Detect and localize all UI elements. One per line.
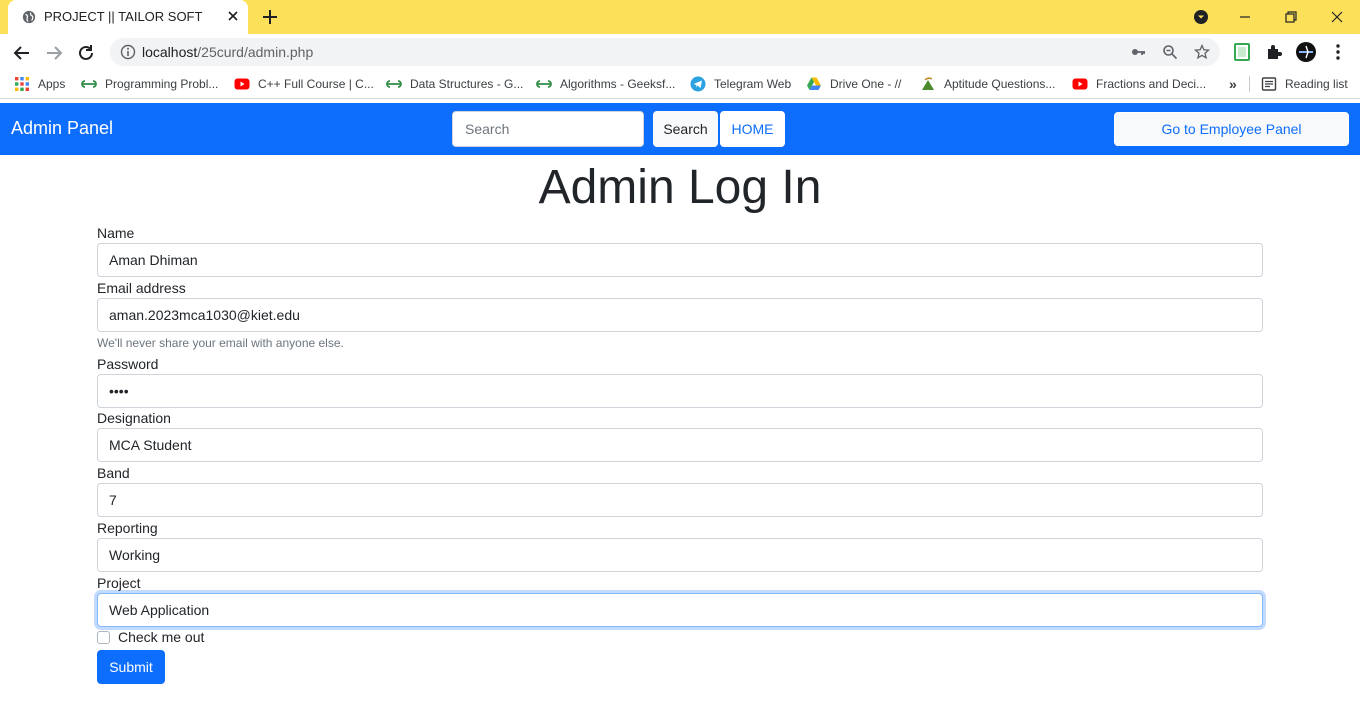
home-button[interactable]: HOME <box>720 111 785 147</box>
back-arrow-icon[interactable] <box>11 42 33 64</box>
reporting-field[interactable] <box>97 538 1263 572</box>
close-window-icon[interactable] <box>1326 6 1348 28</box>
bookmark-label: Algorithms - Geeksf... <box>560 77 676 91</box>
bookmark-label: C++ Full Course | C... <box>258 77 374 91</box>
key-icon[interactable] <box>1130 44 1146 60</box>
star-icon[interactable] <box>1194 44 1210 60</box>
bookmark-label: Apps <box>38 77 66 91</box>
bookmark-item[interactable]: Telegram Web <box>690 76 791 92</box>
project-label: Project <box>97 575 141 591</box>
admin-navbar: Admin Panel Search HOME Go to Employee P… <box>0 103 1360 155</box>
navbar-brand[interactable]: Admin Panel <box>11 118 113 139</box>
search-button[interactable]: Search <box>653 111 718 147</box>
bookmark-item[interactable]: Aptitude Questions... <box>920 76 1055 92</box>
bookmark-label: Data Structures - G... <box>410 77 524 91</box>
youtube-icon <box>234 78 250 90</box>
submit-button[interactable]: Submit <box>97 650 165 684</box>
geeksforgeeks-icon <box>81 80 97 88</box>
email-field[interactable] <box>97 298 1263 332</box>
extension-green-icon[interactable] <box>1232 42 1252 62</box>
bookmark-label: Drive One - // <box>830 77 902 91</box>
more-menu-icon[interactable] <box>1328 42 1348 62</box>
bookmark-item[interactable]: Data Structures - G... <box>386 76 523 92</box>
google-drive-icon <box>807 77 821 90</box>
password-label: Password <box>97 356 159 372</box>
globe-icon <box>22 10 36 24</box>
check-me-out-checkbox[interactable] <box>97 631 110 644</box>
name-label: Name <box>97 225 135 241</box>
apps-grid-icon <box>15 77 29 91</box>
email-help-text: We'll never share your email with anyone… <box>97 336 344 350</box>
address-bar[interactable]: localhost/25curd/admin.php <box>110 38 1220 66</box>
reading-list[interactable]: Reading list <box>1261 76 1348 92</box>
overflow-chevron: » <box>1229 76 1237 92</box>
geeksforgeeks-icon <box>536 80 552 88</box>
bookmark-label: Telegram Web <box>714 77 792 91</box>
reading-list-label: Reading list <box>1285 77 1348 91</box>
bookmark-item[interactable]: Fractions and Deci... <box>1072 76 1206 92</box>
bookmark-apps[interactable]: Apps <box>14 76 65 92</box>
bookmark-label: Programming Probl... <box>105 77 219 91</box>
reading-list-icon <box>1261 77 1277 91</box>
info-icon[interactable] <box>120 44 136 60</box>
password-field[interactable] <box>97 374 1263 408</box>
tab-title: PROJECT || TAILOR SOFT <box>44 9 203 24</box>
profile-avatar-icon[interactable] <box>1296 42 1316 62</box>
extensions-puzzle-icon[interactable] <box>1264 42 1284 62</box>
project-field[interactable] <box>97 593 1263 627</box>
close-icon[interactable] <box>225 8 241 24</box>
email-label: Email address <box>97 280 186 296</box>
tab-search-icon[interactable] <box>1190 6 1212 28</box>
reload-icon[interactable] <box>75 42 97 64</box>
restore-icon[interactable] <box>1280 6 1302 28</box>
bookmark-label: Aptitude Questions... <box>944 77 1056 91</box>
check-me-out-label[interactable]: Check me out <box>118 629 204 645</box>
youtube-icon <box>1072 78 1088 90</box>
reporting-label: Reporting <box>97 520 158 536</box>
bookmark-item[interactable]: Algorithms - Geeksf... <box>536 76 675 92</box>
bookmark-item[interactable]: Drive One - // <box>806 76 901 92</box>
bookmark-label: Fractions and Deci... <box>1096 77 1207 91</box>
minimize-icon[interactable] <box>1234 6 1256 28</box>
indiabix-icon <box>922 77 934 90</box>
bookmark-item[interactable]: C++ Full Course | C... <box>234 76 374 92</box>
browser-tab[interactable]: PROJECT || TAILOR SOFT <box>8 0 248 34</box>
band-field[interactable] <box>97 483 1263 517</box>
page-title: Admin Log In <box>538 161 822 214</box>
employee-panel-button[interactable]: Go to Employee Panel <box>1114 112 1349 146</box>
bookmark-item[interactable]: Programming Probl... <box>81 76 218 92</box>
zoom-icon[interactable] <box>1162 44 1178 60</box>
bookmarks-bar: Apps Programming Probl... C++ Full Cours… <box>0 70 1360 99</box>
bookmarks-overflow[interactable]: » <box>1229 76 1237 92</box>
band-label: Band <box>97 465 130 481</box>
url-text: localhost/25curd/admin.php <box>142 44 314 60</box>
browser-tabstrip: PROJECT || TAILOR SOFT <box>0 0 1360 34</box>
designation-field[interactable] <box>97 428 1263 462</box>
forward-arrow-icon[interactable] <box>43 42 65 64</box>
browser-toolbar: localhost/25curd/admin.php <box>0 34 1360 70</box>
geeksforgeeks-icon <box>386 80 402 88</box>
new-tab-icon[interactable] <box>260 7 280 27</box>
name-field[interactable] <box>97 243 1263 277</box>
designation-label: Designation <box>97 410 171 426</box>
bookmarks-divider <box>1249 76 1250 92</box>
search-input[interactable] <box>452 111 644 147</box>
telegram-icon <box>690 76 706 92</box>
